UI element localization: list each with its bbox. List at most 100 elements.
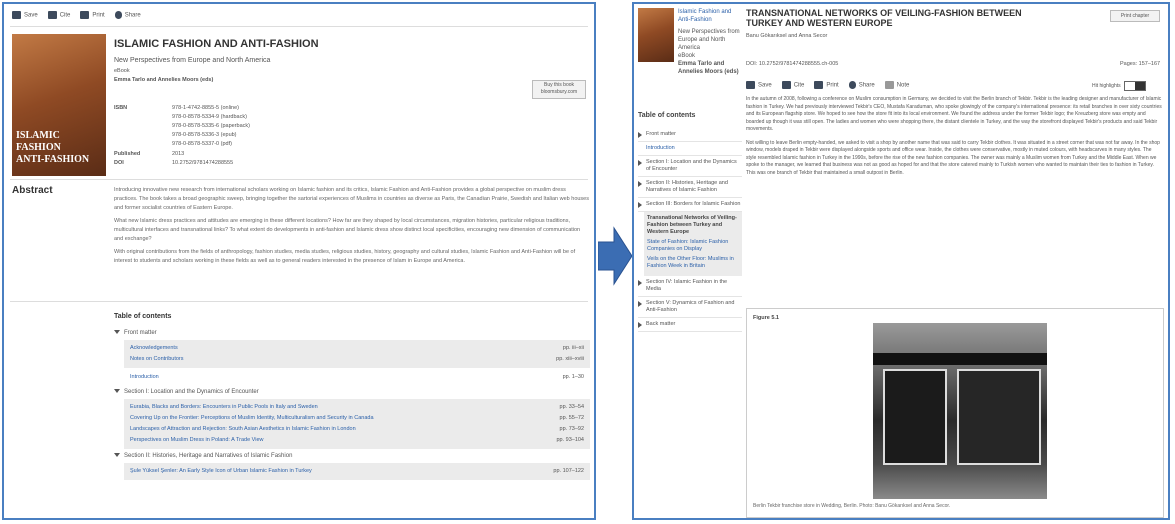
chapter-body: In the autumn of 2008, following a confe… bbox=[746, 96, 1162, 183]
figure-label: Figure 5.1 bbox=[753, 315, 779, 321]
toc-section-toggle[interactable]: Front matter bbox=[114, 330, 590, 336]
toc-chapter-link[interactable]: State of Fashion: Islamic Fashion Compan… bbox=[647, 239, 739, 253]
cover-title-line1: ISLAMIC FASHION bbox=[16, 130, 61, 153]
toc-item[interactable]: Back matter bbox=[638, 318, 742, 332]
toc-item-link[interactable]: Şule Yüksel Şenler: An Early Style Icon … bbox=[130, 467, 312, 476]
isbn-value: 978-1-4742-8855-5 (online) bbox=[172, 105, 239, 111]
doi-label: DOI bbox=[114, 160, 124, 166]
hit-highlights-toggle[interactable]: Hit highlights bbox=[1092, 81, 1146, 91]
print-icon bbox=[80, 11, 90, 19]
toc-item-label: Section V: Dynamics of Fashion and Anti-… bbox=[646, 300, 735, 313]
toc-item-link[interactable]: Introduction bbox=[130, 373, 159, 382]
toc-section-toggle[interactable]: Section II: Histories, Heritage and Narr… bbox=[114, 453, 590, 459]
share-icon bbox=[848, 81, 856, 89]
toc-item-label: Section III: Borders for Islamic Fashion bbox=[646, 201, 741, 207]
toc-heading: Table of contents bbox=[638, 112, 696, 119]
toc-item-link[interactable]: Eurabia, Blacks and Borders: Encounters … bbox=[130, 403, 318, 412]
toc-subgroup: Transnational Networks of Veiling-Fashio… bbox=[644, 212, 742, 276]
toc-section-label: Section I: Location and the Dynamics of … bbox=[124, 389, 259, 395]
published-value: 2013 bbox=[172, 151, 185, 157]
figure-photo[interactable] bbox=[873, 323, 1047, 499]
cite-icon bbox=[47, 11, 57, 19]
caret-down-icon bbox=[114, 330, 120, 335]
toggle-switch[interactable] bbox=[1123, 81, 1146, 91]
book-cover-thumbnail[interactable] bbox=[638, 8, 674, 62]
book-format: eBook bbox=[678, 53, 696, 59]
buy-book-button[interactable]: Buy this book bloomsbury.com bbox=[532, 80, 586, 99]
toc-item-pages: pp. 93–104 bbox=[556, 437, 584, 443]
toc-group: Acknowledgements pp. iii–xii Notes on Cont… bbox=[124, 340, 590, 368]
book-editors: Emma Tarlo and Annelies Moors (eds) bbox=[678, 61, 739, 75]
book-editors: Emma Tarlo and Annelies Moors (eds) bbox=[114, 77, 214, 83]
caret-right-icon bbox=[638, 301, 642, 307]
toc-active-chapter[interactable]: Transnational Networks of Veiling-Fashio… bbox=[647, 215, 739, 236]
divider bbox=[10, 179, 588, 180]
isbn-value: 978-0-8578-5335-6 (paperback) bbox=[172, 123, 250, 129]
isbn-value: 978-0-8578-5334-9 (hardback) bbox=[172, 114, 247, 120]
toc-item-link[interactable]: Perspectives on Muslim Dress in Poland: … bbox=[130, 436, 264, 445]
toc-item[interactable]: Section IV: Islamic Fashion in the Media bbox=[638, 276, 742, 297]
caret-right-icon bbox=[638, 202, 642, 208]
toc-item[interactable]: Notes on Contributors pp. xiii–xviii bbox=[124, 354, 590, 365]
book-cover-image[interactable]: ISLAMIC FASHION ANTI-FASHION bbox=[12, 34, 106, 176]
share-button[interactable]: Share bbox=[114, 11, 141, 19]
cite-button[interactable]: Cite bbox=[781, 81, 804, 89]
toc-item[interactable]: Eurabia, Blacks and Borders: Encounters … bbox=[124, 402, 590, 413]
caret-down-icon bbox=[114, 389, 120, 394]
save-icon bbox=[12, 11, 21, 19]
toc-item[interactable]: Landscapes of Attraction and Rejection: … bbox=[124, 424, 590, 435]
share-button[interactable]: Share bbox=[848, 81, 875, 89]
print-button[interactable]: Print bbox=[814, 81, 839, 89]
cite-button[interactable]: Cite bbox=[47, 11, 70, 19]
left-toolbar: Save Cite Print Share bbox=[12, 11, 141, 19]
toc-item-link[interactable]: Notes on Contributors bbox=[130, 355, 184, 364]
toc-item[interactable]: Şule Yüksel Şenler: An Early Style Icon … bbox=[124, 466, 590, 477]
toc-item[interactable]: Section V: Dynamics of Fashion and Anti-… bbox=[638, 297, 742, 318]
toc-chapter-link[interactable]: Veils on the Other Floor: Muslims in Fas… bbox=[647, 256, 739, 270]
abstract-paragraph: Introducing innovative new research from… bbox=[114, 187, 589, 211]
left-screenshot-panel: Save Cite Print Share ISLAMIC FASHION AN… bbox=[2, 2, 596, 520]
toc-item[interactable]: Introduction pp. 1–30 bbox=[124, 372, 590, 383]
note-button[interactable]: Note bbox=[884, 81, 909, 89]
doi-value: 10.2752/9781474288555 bbox=[172, 160, 234, 166]
toc-item-label: Back matter bbox=[646, 321, 676, 327]
toc-item[interactable]: Introduction bbox=[638, 142, 742, 156]
toc-item[interactable]: Section III: Borders for Islamic Fashion bbox=[638, 198, 742, 212]
save-button[interactable]: Save bbox=[12, 11, 38, 19]
published-label: Published bbox=[114, 151, 141, 157]
toc-item[interactable]: Perspectives on Muslim Dress in Poland: … bbox=[124, 435, 590, 446]
toc-item-label: Section I: Location and the Dynamics of … bbox=[646, 159, 737, 172]
book-format: eBook bbox=[114, 68, 130, 74]
isbn-label: ISBN bbox=[114, 105, 128, 111]
abstract-paragraph: With original contributions from the fie… bbox=[114, 249, 576, 264]
save-button[interactable]: Save bbox=[746, 81, 772, 89]
toc-item[interactable]: Section I: Location and the Dynamics of … bbox=[638, 156, 742, 177]
caret-right-icon bbox=[638, 181, 642, 187]
figure-caption: Berlin Tekbir franchise store in Wedding… bbox=[753, 503, 951, 509]
toc-item-link[interactable]: Landscapes of Attraction and Rejection: … bbox=[130, 425, 356, 434]
toc-item[interactable]: Section II: Histories, Heritage and Narr… bbox=[638, 177, 742, 198]
toc-section-toggle[interactable]: Section I: Location and the Dynamics of … bbox=[114, 389, 590, 395]
cover-title-line2: ANTI-FASHION bbox=[16, 154, 90, 165]
abstract-heading: Abstract bbox=[12, 185, 53, 196]
isbn-value: 978-0-8578-5336-3 (epub) bbox=[172, 132, 237, 138]
toc-item[interactable]: Front matter bbox=[638, 128, 742, 142]
book-title-link[interactable]: Islamic Fashion and Anti-Fashion bbox=[678, 8, 740, 24]
isbn-value: 978-0-8578-5337-0 (pdf) bbox=[172, 141, 232, 147]
chapter-authors: Banu Gökarıksel and Anna Secor bbox=[746, 33, 828, 39]
book-subtitle: New Perspectives from Europe and North A… bbox=[114, 57, 271, 64]
toc-item-link[interactable]: Acknowledgements bbox=[130, 344, 178, 353]
print-button[interactable]: Print bbox=[80, 11, 105, 19]
divider bbox=[10, 301, 588, 302]
book-title: ISLAMIC FASHION AND ANTI-FASHION bbox=[114, 38, 319, 50]
toc-section-label: Section II: Histories, Heritage and Narr… bbox=[124, 453, 293, 459]
toc-item[interactable]: Acknowledgements pp. iii–xii bbox=[124, 343, 590, 354]
body-paragraph: Not willing to leave Berlin empty-handed… bbox=[746, 139, 1160, 176]
print-icon bbox=[814, 81, 824, 89]
toc-item-label: Introduction bbox=[646, 145, 675, 151]
toc-item[interactable]: Covering Up on the Frontier: Perceptions… bbox=[124, 413, 590, 424]
toc-group: Eurabia, Blacks and Borders: Encounters … bbox=[124, 399, 590, 449]
print-chapter-button[interactable]: Print chapter bbox=[1110, 10, 1160, 22]
toc-item-link[interactable]: Covering Up on the Frontier: Perceptions… bbox=[130, 414, 374, 423]
book-info: Islamic Fashion and Anti-Fashion New Per… bbox=[678, 8, 740, 76]
